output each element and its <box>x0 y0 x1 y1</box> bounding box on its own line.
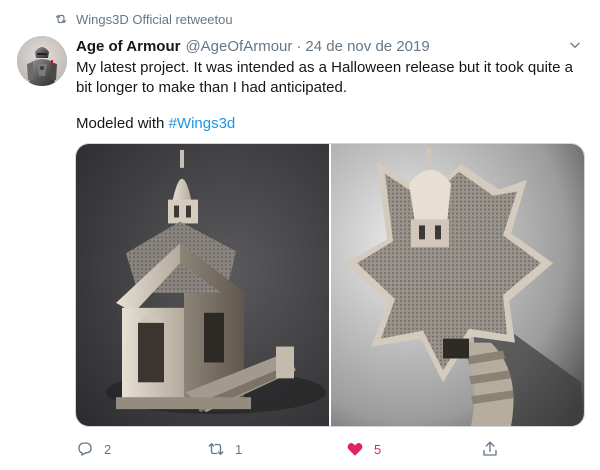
more-options-button[interactable] <box>564 36 586 54</box>
tweet-card[interactable]: Wings3D Official retweetou Age of Armour… <box>0 0 600 470</box>
tweet-date[interactable]: 24 de nov de 2019 <box>305 38 429 55</box>
tweet-header: Age of Armour @AgeOfArmour · 24 de nov d… <box>76 36 430 56</box>
modeled-with-text: Modeled with <box>76 115 169 132</box>
retweet-context: Wings3D Official retweetou <box>54 11 233 27</box>
header-separator: · <box>296 37 302 55</box>
share-icon <box>483 441 497 456</box>
mausoleum-render-side-view[interactable] <box>76 144 329 426</box>
reply-count: 2 <box>104 441 112 457</box>
reply-button[interactable]: 2 <box>76 437 111 461</box>
hashtag-link[interactable]: #Wings3d <box>169 115 236 132</box>
chevron-down-icon <box>570 42 580 48</box>
tweet-text-line-3: Modeled with #Wings3d <box>76 114 586 134</box>
tweet-actions: 2 1 5 <box>76 437 546 461</box>
retweet-count: 1 <box>235 441 243 457</box>
tweet-text-line-1: My latest project. It was intended as a … <box>76 59 573 76</box>
media-grid <box>75 143 585 427</box>
side-view-render-image <box>76 144 329 426</box>
retweet-button[interactable]: 1 <box>207 437 242 461</box>
tweet-text: My latest project. It was intended as a … <box>76 58 586 134</box>
tweet-text-line-2: bit longer to make than I had anticipate… <box>76 79 348 96</box>
like-count: 5 <box>374 441 382 457</box>
reply-icon <box>78 442 92 456</box>
retweet-icon <box>55 14 67 24</box>
like-button[interactable]: 5 <box>346 437 381 461</box>
top-view-render-image <box>331 144 584 426</box>
share-button[interactable] <box>481 437 509 461</box>
knight-armour-avatar <box>17 36 67 86</box>
avatar[interactable] <box>17 36 67 86</box>
retweet-context-label[interactable]: Wings3D Official retweetou <box>76 12 233 27</box>
author-name[interactable]: Age of Armour <box>76 38 180 55</box>
mausoleum-render-top-view[interactable] <box>331 144 584 426</box>
author-handle[interactable]: @AgeOfArmour <box>185 38 292 55</box>
retweet-icon <box>208 443 224 455</box>
heart-icon <box>347 443 363 456</box>
